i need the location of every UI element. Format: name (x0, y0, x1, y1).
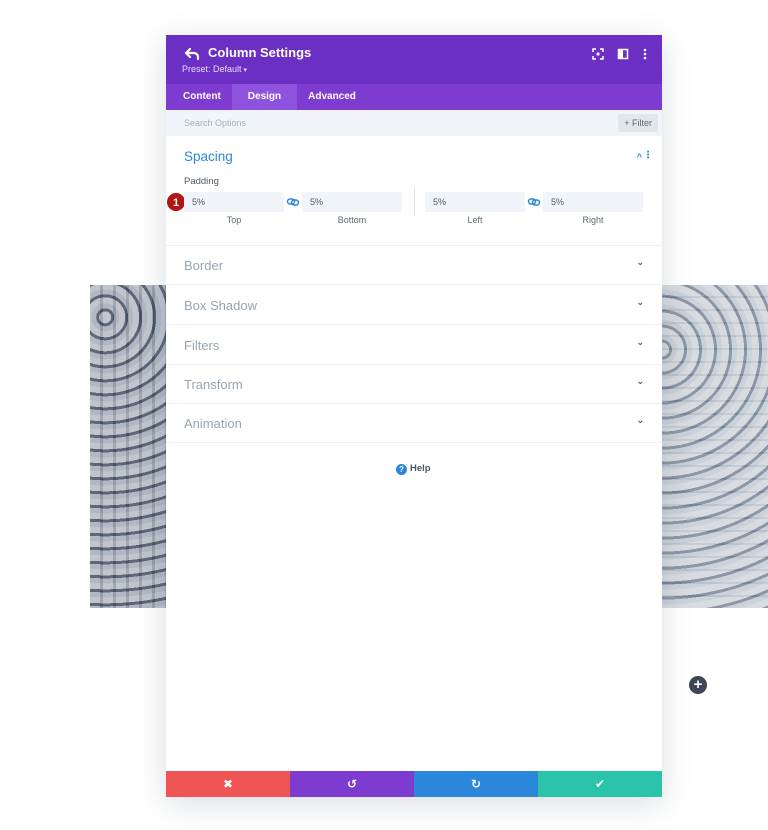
search-input[interactable]: Search Options (184, 118, 246, 128)
help-icon: ? (396, 464, 407, 475)
more-options-icon[interactable] (638, 47, 652, 61)
filter-button[interactable]: + Filter (618, 114, 658, 132)
animation-section[interactable]: Animation ⌄ (166, 403, 662, 443)
cancel-button[interactable]: ✖ (166, 771, 290, 797)
chevron-down-icon: ⌄ (636, 415, 644, 425)
padding-label: Padding (184, 176, 219, 187)
chevron-down-icon: ⌄ (636, 376, 644, 386)
preset-selector[interactable]: Preset: Default ▾ (182, 64, 247, 74)
chevron-down-icon: ⌄ (636, 257, 644, 267)
section-menu-icon[interactable]: ⋮ (643, 150, 653, 161)
padding-right-caption: Right (582, 215, 604, 225)
redo-button[interactable]: ↻ (414, 771, 538, 797)
padding-bottom-input[interactable]: 5% (302, 192, 402, 212)
transform-section[interactable]: Transform ⌄ (166, 364, 662, 404)
padding-left-caption: Left (467, 215, 483, 225)
padding-top-caption: Top (226, 215, 242, 225)
tab-content[interactable]: Content (172, 84, 232, 110)
section-title: Filters (184, 338, 220, 353)
preset-label: Preset: Default (182, 64, 242, 74)
divider (414, 188, 415, 216)
add-module-button[interactable]: + (689, 676, 707, 694)
help-link[interactable]: ? Help (396, 463, 431, 475)
step-marker: 1 (166, 192, 186, 212)
padding-right-input[interactable]: 5% (543, 192, 643, 212)
modal-title: Column Settings (208, 45, 312, 60)
section-title: Transform (184, 377, 243, 392)
tab-design[interactable]: Design (231, 84, 298, 110)
modal-header: Column Settings Preset: Default ▾ (166, 35, 662, 84)
box-shadow-section[interactable]: Box Shadow ⌄ (166, 285, 662, 325)
help-label: Help (410, 463, 431, 474)
split-view-icon[interactable] (616, 47, 630, 61)
search-bar: Search Options + Filter (166, 110, 662, 136)
border-section[interactable]: Border ⌄ (166, 245, 662, 285)
tab-bar: Content Design Advanced (166, 84, 662, 110)
section-title: Border (184, 258, 224, 273)
chevron-down-icon: ⌄ (636, 297, 644, 307)
fullscreen-icon[interactable] (591, 47, 605, 61)
tab-advanced[interactable]: Advanced (297, 84, 367, 110)
section-title: Box Shadow (184, 298, 257, 313)
section-title: Animation (184, 416, 242, 431)
padding-left-input[interactable]: 5% (425, 192, 525, 212)
background-image-right (662, 285, 768, 608)
undo-button[interactable]: ↺ (290, 771, 414, 797)
padding-top-input[interactable]: 5% (184, 192, 284, 212)
chevron-down-icon: ⌄ (636, 337, 644, 347)
link-icon[interactable] (286, 195, 300, 209)
back-arrow-icon[interactable] (184, 46, 200, 62)
chevron-up-icon[interactable]: ^ (637, 152, 642, 162)
padding-bottom-caption: Bottom (337, 215, 367, 225)
filters-section[interactable]: Filters ⌄ (166, 325, 662, 365)
save-button[interactable]: ✔ (538, 771, 662, 797)
column-settings-modal: Column Settings Preset: Default ▾ Content… (166, 35, 662, 797)
link-icon[interactable] (527, 195, 541, 209)
spacing-section-title[interactable]: Spacing (184, 149, 233, 164)
modal-footer: ✖ ↺ ↻ ✔ (166, 771, 662, 797)
background-image-left (90, 285, 166, 608)
preset-caret-icon: ▾ (243, 67, 248, 74)
